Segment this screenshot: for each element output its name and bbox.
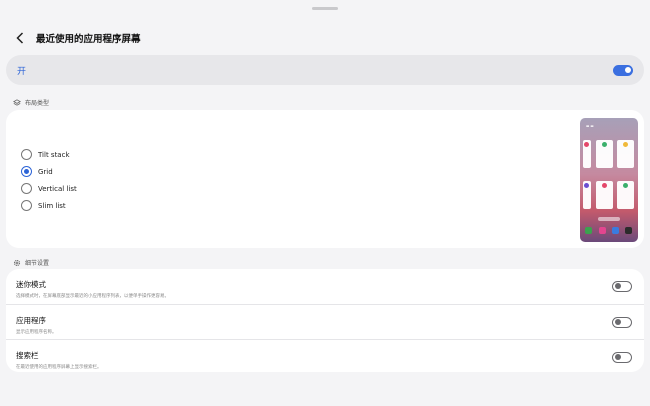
setting-title: 迷你模式 bbox=[16, 280, 46, 289]
setting-title: 搜索栏 bbox=[16, 351, 39, 360]
page-title: 最近使用的应用程序屏幕 bbox=[36, 34, 141, 45]
layout-section-header: 布局类型 bbox=[13, 98, 49, 107]
layout-type-card: Tilt stack Grid Vertical list Slim list … bbox=[6, 110, 644, 248]
drag-handle[interactable] bbox=[312, 7, 338, 10]
setting-row-app-names[interactable]: 应用程序 显示应用程序名称。 bbox=[6, 304, 644, 339]
layout-preview-image: ▬ ▬ bbox=[580, 118, 638, 242]
preview-app-dot bbox=[623, 142, 628, 147]
radio-button[interactable] bbox=[21, 200, 32, 211]
setting-row-mini-mode[interactable]: 迷你模式 选择模式时，在屏幕底部显示最近的小应用程序列表，以便单手操作更容易。 bbox=[6, 269, 644, 304]
layout-option-slim-list[interactable]: Slim list bbox=[21, 197, 77, 214]
layout-option-label: Tilt stack bbox=[38, 150, 70, 159]
preview-app-dot bbox=[602, 142, 607, 147]
layout-option-tilt-stack[interactable]: Tilt stack bbox=[21, 146, 77, 163]
setting-title: 应用程序 bbox=[16, 316, 46, 325]
setting-row-search-bar[interactable]: 搜索栏 在最近使用的应用程序屏幕上显示搜索栏。 bbox=[6, 339, 644, 374]
preview-dock-app bbox=[599, 227, 606, 234]
layout-option-vertical-list[interactable]: Vertical list bbox=[21, 180, 77, 197]
toggle-knob bbox=[614, 319, 621, 326]
layout-options: Tilt stack Grid Vertical list Slim list bbox=[21, 146, 77, 214]
preview-dock-app bbox=[585, 227, 592, 234]
detail-settings-card: 迷你模式 选择模式时，在屏幕底部显示最近的小应用程序列表，以便单手操作更容易。 … bbox=[6, 269, 644, 372]
preview-placeholder-text: ▬ ▬ bbox=[586, 124, 594, 128]
chevron-left-icon bbox=[16, 32, 24, 44]
layout-option-label: Slim list bbox=[38, 201, 66, 210]
toggle-knob bbox=[614, 283, 621, 290]
setting-subtitle: 显示应用程序名称。 bbox=[16, 330, 57, 335]
preview-app-dot bbox=[623, 183, 628, 188]
detail-section-title: 细节设置 bbox=[25, 260, 50, 267]
detail-section-header: 细节设置 bbox=[13, 258, 49, 267]
toggle-knob bbox=[614, 354, 621, 361]
layout-option-label: Vertical list bbox=[38, 184, 77, 193]
setting-subtitle: 在最近使用的应用程序屏幕上显示搜索栏。 bbox=[16, 365, 102, 370]
master-switch-label: 开 bbox=[17, 66, 27, 77]
preview-app-dot bbox=[602, 183, 607, 188]
layout-section-title: 布局类型 bbox=[25, 100, 50, 107]
gear-icon bbox=[13, 259, 21, 267]
radio-button[interactable] bbox=[21, 183, 32, 194]
preview-app-dot bbox=[584, 142, 589, 147]
preview-dock-app bbox=[625, 227, 632, 234]
app-names-toggle[interactable] bbox=[612, 317, 632, 328]
layout-option-grid[interactable]: Grid bbox=[21, 163, 77, 180]
master-switch-row[interactable]: 开 bbox=[6, 55, 644, 85]
layout-option-label: Grid bbox=[38, 167, 53, 176]
radio-button[interactable] bbox=[21, 149, 32, 160]
preview-close-all-button bbox=[598, 217, 620, 221]
setting-subtitle: 选择模式时，在屏幕底部显示最近的小应用程序列表，以便单手操作更容易。 bbox=[16, 294, 169, 299]
header: 最近使用的应用程序屏幕 bbox=[12, 28, 141, 48]
layers-icon bbox=[13, 98, 21, 107]
back-button[interactable] bbox=[12, 28, 28, 48]
preview-dock-app bbox=[612, 227, 619, 234]
toggle-knob bbox=[624, 66, 631, 73]
mini-mode-toggle[interactable] bbox=[612, 281, 632, 292]
master-switch-toggle[interactable] bbox=[613, 64, 633, 76]
search-bar-toggle[interactable] bbox=[612, 352, 632, 363]
radio-button-selected[interactable] bbox=[21, 166, 32, 177]
preview-app-dot bbox=[584, 183, 589, 188]
